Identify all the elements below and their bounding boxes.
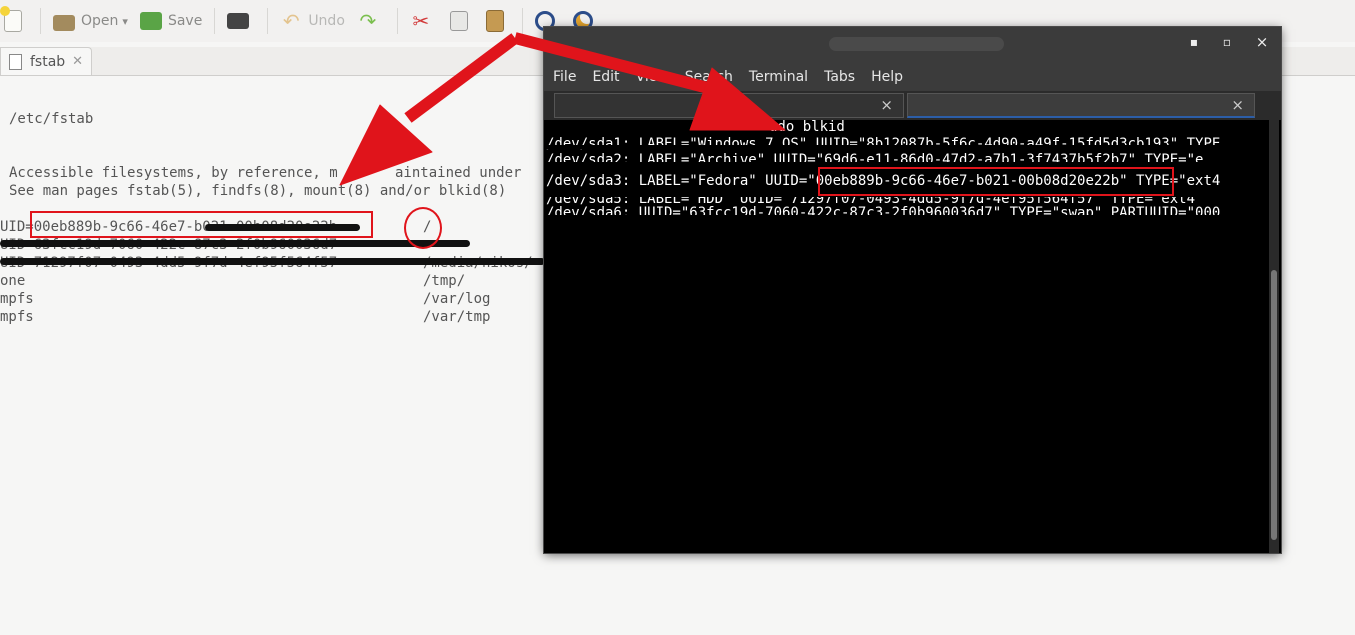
redo-button[interactable]: ↷: [351, 6, 391, 36]
terminal-scrollbar[interactable]: [1269, 120, 1279, 553]
editor-line: See man pages fstab(5), findfs(8), mount…: [9, 183, 507, 199]
terminal-command: udo blkid: [769, 120, 845, 135]
toolbar-separator: [40, 8, 41, 34]
line-clip: [544, 215, 1267, 225]
toolbar-separator: [521, 8, 523, 34]
menu-file[interactable]: File: [553, 69, 576, 85]
close-icon[interactable]: ×: [1231, 96, 1244, 114]
undo-icon: ↶: [282, 9, 300, 33]
terminal-tab-bar: × ×: [544, 91, 1281, 120]
menu-tabs[interactable]: Tabs: [824, 69, 855, 85]
fstab-row-mount: /var/tmp: [423, 309, 491, 325]
save-icon: [139, 12, 162, 30]
printer-icon: [227, 13, 250, 29]
menu-search[interactable]: Search: [685, 69, 733, 85]
copy-button[interactable]: [444, 6, 480, 36]
save-label: Save: [167, 13, 203, 29]
redo-icon: ↷: [359, 9, 377, 33]
new-button[interactable]: [0, 6, 34, 36]
close-icon[interactable]: ×: [880, 96, 893, 114]
menu-help[interactable]: Help: [871, 69, 903, 85]
redaction-scribble: [0, 240, 470, 247]
editor-line: /etc/fstab: [9, 111, 94, 127]
blurred-window-title: [829, 37, 1004, 51]
highlight-circle: [404, 207, 442, 249]
undo-button[interactable]: ↶ Undo: [274, 6, 351, 36]
terminal-titlebar: ▪ ▫ ×: [544, 27, 1281, 62]
editor-line: aintained under: [395, 165, 522, 181]
terminal-window: ▪ ▫ × File Edit View Search Terminal Tab…: [544, 27, 1281, 553]
clipboard-icon: [485, 10, 504, 32]
fstab-row-mount: /tmp/: [423, 273, 466, 289]
fstab-row-mount: /var/log: [423, 291, 491, 307]
highlight-box: [818, 167, 1174, 196]
menu-terminal[interactable]: Terminal: [749, 69, 808, 85]
fstab-row-source: mpfs: [0, 309, 34, 325]
cut-button[interactable]: ✂: [404, 6, 444, 36]
toolbar-separator: [214, 8, 216, 34]
scrollbar-thumb[interactable]: [1271, 270, 1277, 540]
terminal-tab[interactable]: ×: [554, 93, 904, 118]
terminal-tab-active[interactable]: ×: [907, 93, 1255, 118]
undo-label: Undo: [308, 13, 345, 29]
scissors-icon: ✂: [412, 9, 430, 33]
new-document-icon: [0, 6, 22, 32]
chevron-down-icon[interactable]: ▾: [122, 15, 128, 28]
paste-button[interactable]: [480, 6, 516, 36]
fstab-row-source: one: [0, 273, 26, 289]
tab-label: fstab: [30, 53, 66, 70]
close-icon[interactable]: ×: [1252, 33, 1272, 51]
close-icon[interactable]: ✕: [72, 54, 83, 69]
folder-icon: [53, 15, 75, 31]
fstab-row-source: mpfs: [0, 291, 34, 307]
menu-view[interactable]: View: [636, 69, 669, 85]
open-button[interactable]: Open ▾: [47, 6, 134, 36]
highlight-box: [30, 211, 373, 238]
maximize-icon[interactable]: ▫: [1217, 35, 1237, 49]
print-button[interactable]: [221, 6, 261, 36]
redaction-scribble: [0, 258, 545, 265]
toolbar-separator: [396, 8, 398, 34]
terminal-line: /dev/sda1: LABEL="Windows 7 OS" UUID="8b…: [546, 136, 1221, 152]
save-button[interactable]: Save: [134, 6, 208, 36]
line-clip: [544, 145, 1267, 149]
minimize-icon[interactable]: ▪: [1184, 35, 1204, 49]
toolbar-separator: [267, 8, 269, 34]
terminal-menubar: File Edit View Search Terminal Tabs Help: [544, 62, 1281, 91]
open-label: Open: [81, 13, 119, 29]
tab-fstab[interactable]: fstab ✕: [0, 47, 92, 75]
menu-edit[interactable]: Edit: [592, 69, 619, 85]
editor-line: Accessible filesystems, by reference, m: [9, 165, 338, 181]
copy-icon: [449, 11, 468, 31]
text-file-icon: [9, 53, 22, 70]
